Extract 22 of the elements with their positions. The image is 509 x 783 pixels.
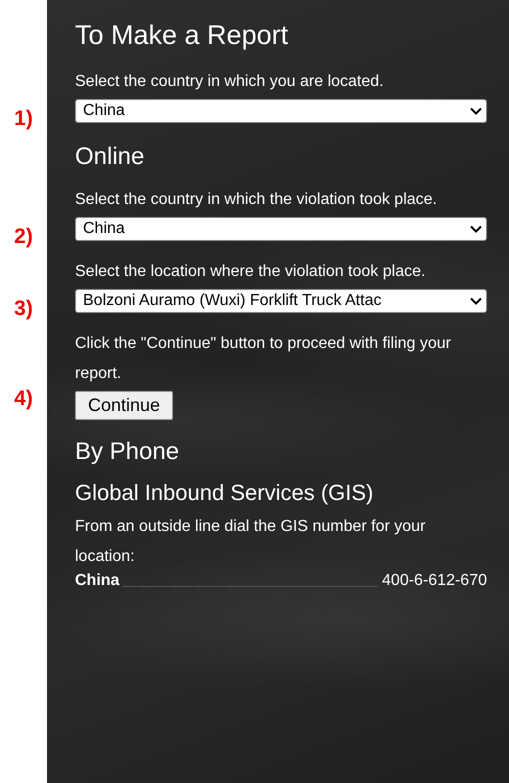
step-number: 1) — [14, 107, 33, 131]
instruction-text: Select the country in which you are located. — [75, 72, 385, 92]
dropdown-select[interactable]: China — [75, 99, 487, 123]
continue-button[interactable]: Continue — [75, 391, 174, 420]
country-name: China — [75, 572, 120, 590]
dropdown-select[interactable]: China — [75, 217, 487, 241]
instruction-text: Select the country in which the violation took place. — [75, 190, 438, 210]
section-heading: Online — [75, 143, 146, 171]
chevron-icon — [470, 107, 482, 115]
step-number: 4) — [14, 386, 33, 410]
instruction-text: Click the "Continue" button to proceed with filing your report. — [75, 334, 452, 384]
page-title: To Make a Report — [75, 20, 290, 51]
instruction-text: From an outside line dial the GIS number for your location: — [75, 517, 426, 567]
step-number: 2) — [14, 225, 33, 249]
section-subheading: Global Inbound Services (GIS) — [75, 480, 374, 506]
dropdown-select[interactable]: Bolzoni Auramo (Wuxi) Forklift Truck Attac — [75, 289, 487, 313]
step-number: 3) — [14, 297, 33, 321]
instruction-text: Select the location where the violation took place. — [75, 262, 426, 282]
chevron-icon — [470, 225, 482, 233]
phone-number: 400-6-612-670 — [382, 572, 487, 590]
chevron-icon — [470, 297, 482, 305]
section-heading: By Phone — [75, 438, 180, 466]
